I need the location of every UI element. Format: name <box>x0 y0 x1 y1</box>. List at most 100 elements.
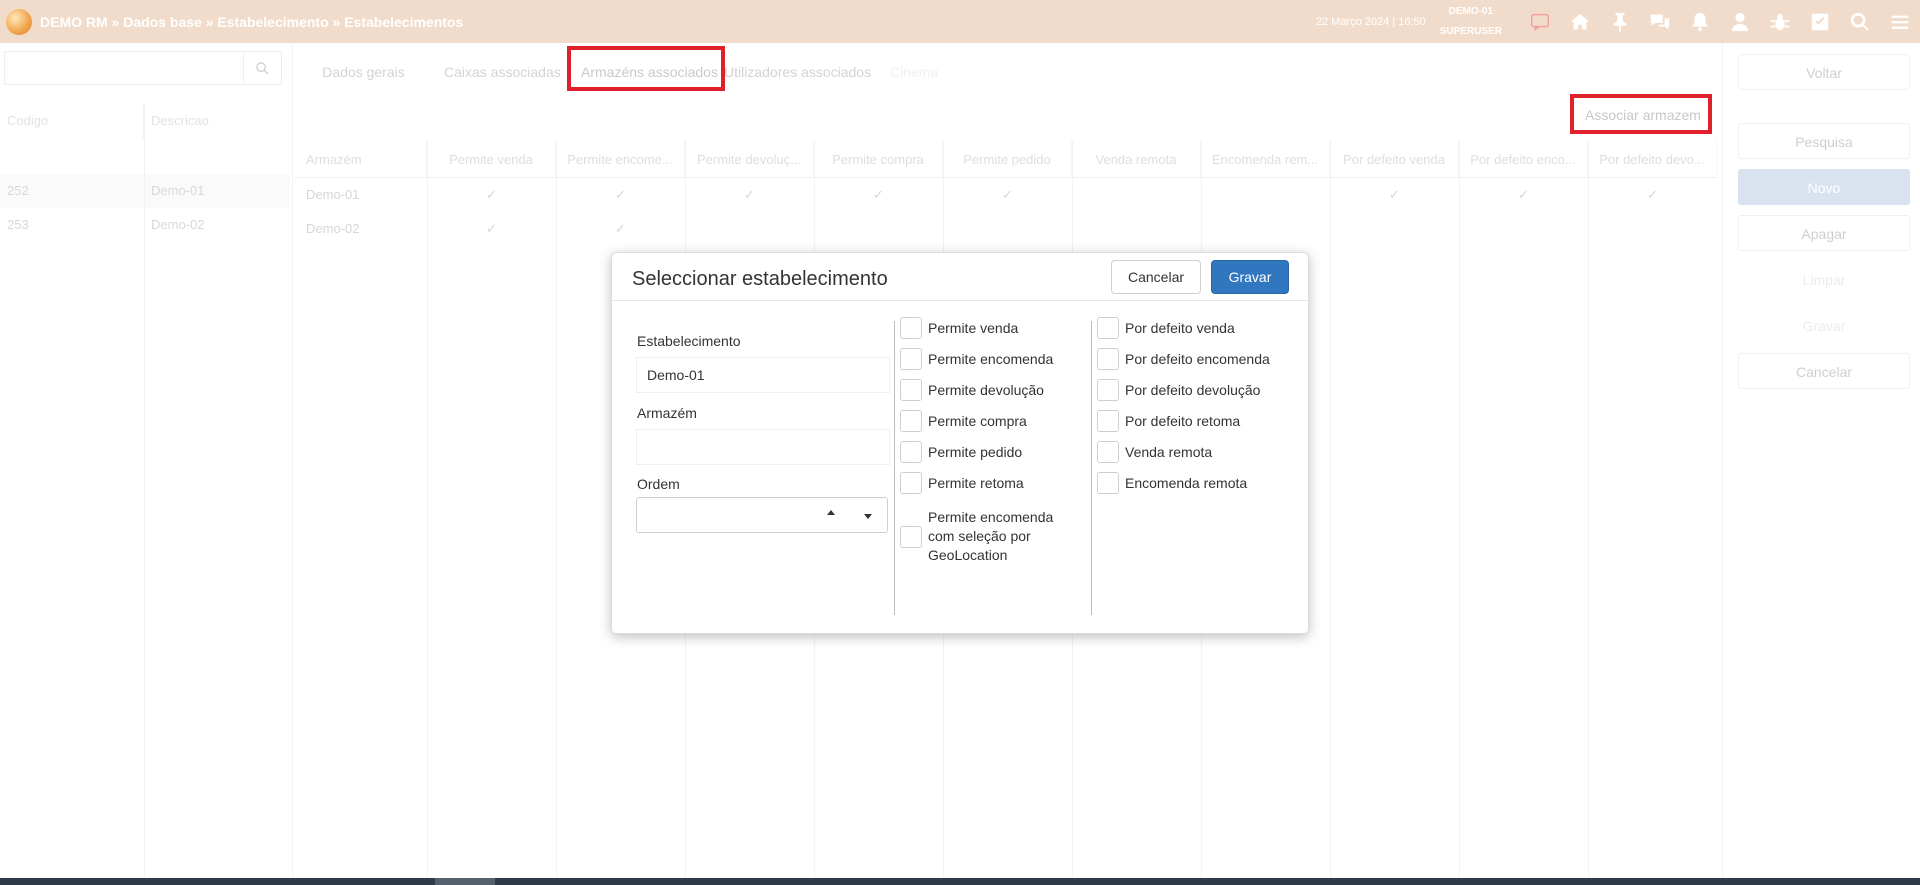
pin-icon[interactable] <box>1600 0 1640 43</box>
comments-icon[interactable] <box>1640 0 1680 43</box>
warehouse-field[interactable] <box>636 429 890 465</box>
check-icon: ✓ <box>873 187 884 202</box>
checkbox-permite-venda[interactable]: Permite venda <box>900 317 1018 339</box>
grid-column-header[interactable]: Por defeito venda <box>1330 141 1459 177</box>
check-icon: ✓ <box>744 187 755 202</box>
checkbox-box[interactable] <box>1097 441 1119 463</box>
search-button[interactable] <box>244 51 282 85</box>
save-button-right[interactable]: Gravar <box>1738 307 1910 343</box>
checkbox-box[interactable] <box>1097 410 1119 432</box>
checkbox-label: Permite encomenda <box>928 350 1054 367</box>
tab-cinema[interactable]: Cinema <box>874 52 954 92</box>
stepper-down-icon[interactable] <box>864 514 872 519</box>
chat-alert-icon[interactable] <box>1520 0 1560 43</box>
checkbox-por-defeito-retoma[interactable]: Por defeito retoma <box>1097 410 1240 432</box>
grid-column-header[interactable]: Armazém <box>295 141 427 177</box>
checkbox-permite-compra[interactable]: Permite compra <box>900 410 1027 432</box>
grid-body: Demo-01 ✓ ✓ ✓ ✓ ✓ ✓ ✓ ✓ Demo-02 ✓ ✓ <box>295 178 1717 246</box>
grid-column-header[interactable]: Permite venda <box>427 141 556 177</box>
app-logo-icon[interactable] <box>6 8 32 35</box>
grid-column-header[interactable]: Venda remota <box>1072 141 1201 177</box>
checkbox-box[interactable] <box>900 410 922 432</box>
checkbox-box[interactable] <box>900 472 922 494</box>
cancel-button-right[interactable]: Cancelar <box>1738 353 1910 389</box>
grid-cell-empty <box>1072 178 1201 212</box>
column-header-descricao[interactable]: Descricao <box>144 103 290 139</box>
grid-column-header[interactable]: Permite devoluç... <box>685 141 814 177</box>
menu-icon[interactable] <box>1880 0 1920 43</box>
checkbox-box[interactable] <box>1097 317 1119 339</box>
grid-row[interactable]: Demo-02 ✓ ✓ <box>295 212 1717 246</box>
select-establishment-dialog: Seleccionar estabelecimento Cancelar Gra… <box>611 252 1309 634</box>
panel-divider <box>1722 43 1723 878</box>
stepper-up-icon[interactable] <box>827 510 835 515</box>
checkbox-label: Por defeito retoma <box>1125 412 1241 429</box>
grid-column-header[interactable]: Encomenda rem... <box>1201 141 1330 177</box>
left-table-header: Codigo Descricao <box>0 103 290 139</box>
column-divider <box>1091 321 1092 615</box>
bell-icon[interactable] <box>1680 0 1720 43</box>
grid-cell-empty <box>1588 212 1717 246</box>
checkbox-box[interactable] <box>900 317 922 339</box>
checkbox-venda-remota[interactable]: Venda remota <box>1097 441 1212 463</box>
order-label: Ordem <box>637 476 680 492</box>
checkbox-permite-devolucao[interactable]: Permite devolução <box>900 379 1044 401</box>
breadcrumb[interactable]: DEMO RM » Dados base » Estabelecimento »… <box>40 14 463 30</box>
checkbox-label: Permite devolução <box>928 381 1044 398</box>
search-input[interactable] <box>4 51 244 85</box>
bug-icon[interactable] <box>1760 0 1800 43</box>
user-icon[interactable] <box>1720 0 1760 43</box>
column-header-codigo[interactable]: Codigo <box>0 103 144 139</box>
grid-column-header[interactable]: Permite pedido <box>943 141 1072 177</box>
checkbox-encomenda-remota[interactable]: Encomenda remota <box>1097 472 1247 494</box>
left-panel: Codigo Descricao 252 Demo-01 253 Demo-02 <box>0 43 293 878</box>
order-stepper[interactable] <box>636 497 888 533</box>
checkbox-box[interactable] <box>1097 472 1119 494</box>
checkbox-box[interactable] <box>900 441 922 463</box>
checkbox-box[interactable] <box>1097 348 1119 370</box>
checkbox-box[interactable] <box>900 379 922 401</box>
checkbox-permite-pedido[interactable]: Permite pedido <box>900 441 1022 463</box>
dialog-save-button[interactable]: Gravar <box>1211 260 1289 294</box>
search-button-right[interactable]: Pesquisa <box>1738 123 1910 159</box>
dialog-cancel-button[interactable]: Cancelar <box>1111 260 1201 294</box>
tab-dados-gerais[interactable]: Dados gerais <box>295 52 432 92</box>
checkbox-box[interactable] <box>900 525 922 548</box>
grid-column-header[interactable]: Permite compra <box>814 141 943 177</box>
table-row[interactable]: 252 Demo-01 <box>0 174 290 208</box>
checkbox-label: Por defeito devolução <box>1125 381 1261 398</box>
checkbox-permite-encomenda[interactable]: Permite encomenda <box>900 348 1053 370</box>
checkbox-por-defeito-encomenda[interactable]: Por defeito encomenda <box>1097 348 1270 370</box>
grid-cell-empty <box>1330 212 1459 246</box>
checkbox-box[interactable] <box>900 348 922 370</box>
check-icon: ✓ <box>1389 187 1400 202</box>
grid-column-divider <box>556 141 557 878</box>
tab-utilizadores-associados[interactable]: Utilizadores associados <box>724 52 874 92</box>
checkbox-por-defeito-devolucao[interactable]: Por defeito devolução <box>1097 379 1260 401</box>
new-button[interactable]: Novo <box>1738 169 1910 205</box>
table-row[interactable]: 253 Demo-02 <box>0 208 290 242</box>
checkbox-por-defeito-venda[interactable]: Por defeito venda <box>1097 317 1235 339</box>
clear-button[interactable]: Limpar <box>1738 261 1910 297</box>
delete-button[interactable]: Apagar <box>1738 215 1910 251</box>
header-datetime: 22 Março 2024 | 16:50 <box>1315 15 1426 28</box>
check-icon: ✓ <box>1518 187 1529 202</box>
tab-caixas-associadas[interactable]: Caixas associadas <box>432 52 569 92</box>
checkbox-box[interactable] <box>1097 379 1119 401</box>
check-icon: ✓ <box>1647 187 1658 202</box>
panel-divider <box>292 43 293 878</box>
user-info[interactable]: DEMO-01 SUPERUSER <box>1440 2 1502 42</box>
grid-cell-warehouse: Demo-02 <box>306 221 360 236</box>
grid-row[interactable]: Demo-01 ✓ ✓ ✓ ✓ ✓ ✓ ✓ ✓ <box>295 178 1717 212</box>
grid-column-header[interactable]: Permite encome... <box>556 141 685 177</box>
check-square-icon[interactable] <box>1800 0 1840 43</box>
search-icon[interactable] <box>1840 0 1880 43</box>
home-icon[interactable] <box>1560 0 1600 43</box>
back-button[interactable]: Voltar <box>1738 54 1910 90</box>
grid-column-header[interactable]: Por defeito devo... <box>1588 141 1717 177</box>
establishment-field[interactable]: Demo-01 <box>636 357 890 393</box>
checkbox-permite-retoma[interactable]: Permite retoma <box>900 472 1024 494</box>
scroll-thumb[interactable] <box>435 878 495 885</box>
checkbox-permite-encomenda-com-selecao-por-geolocation[interactable]: Permite encomenda com seleção por GeoLoc… <box>900 508 1060 565</box>
grid-column-header[interactable]: Por defeito enco... <box>1459 141 1588 177</box>
